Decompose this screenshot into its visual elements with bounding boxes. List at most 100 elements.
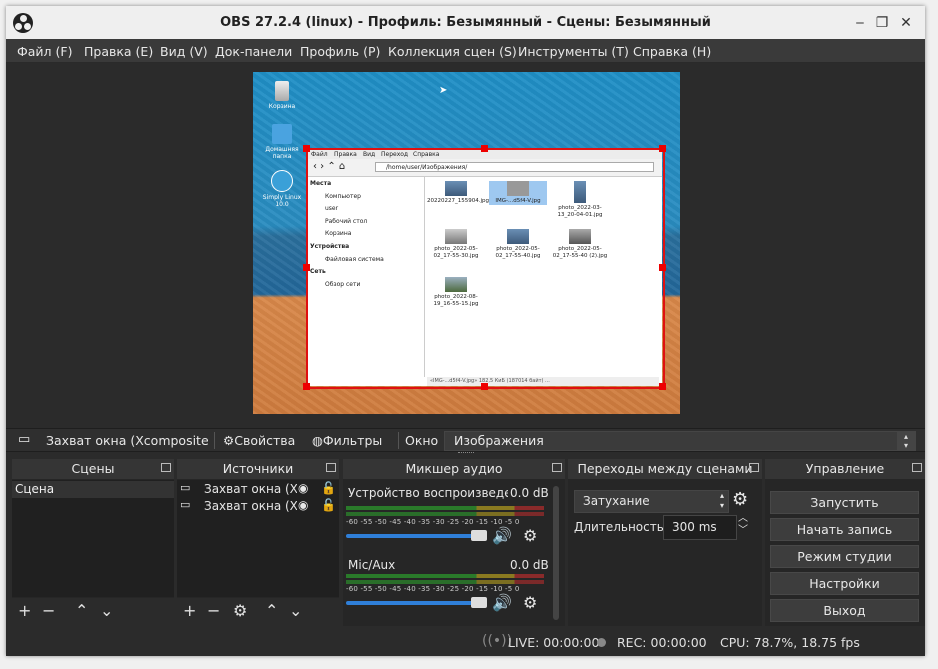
- remove-scene-icon[interactable]: −: [42, 601, 55, 621]
- float-icon[interactable]: [552, 463, 562, 472]
- menu-docks[interactable]: Док-панели: [215, 44, 292, 59]
- resize-handle[interactable]: [303, 264, 310, 271]
- menu-profile[interactable]: Профиль (P): [300, 44, 380, 59]
- scenes-title: Сцены: [12, 459, 174, 479]
- title-bar: OBS 27.2.4 (linux) - Профиль: Безымянный…: [6, 6, 925, 39]
- window-capture-icon: ▭: [18, 432, 31, 447]
- move-up-icon[interactable]: ⌃: [265, 601, 278, 621]
- obs-window: OBS 27.2.4 (linux) - Профиль: Безымянный…: [6, 6, 925, 656]
- list-item[interactable]: Сцена: [12, 481, 174, 498]
- lock-icon[interactable]: 🔓: [321, 498, 336, 512]
- duration-stepper-icon[interactable]: ︿ ﹀: [738, 513, 748, 537]
- resize-handle[interactable]: [303, 383, 310, 390]
- simply-linux-icon: [271, 170, 293, 192]
- restore-icon[interactable]: ❐: [872, 13, 892, 33]
- desktop-icon-simply-linux: Simply Linux 10.0: [262, 170, 302, 208]
- mixer-title: Микшер аудио: [343, 459, 565, 479]
- scenes-toolbar: + − ⌃ ⌄: [12, 598, 174, 626]
- float-icon[interactable]: [749, 463, 759, 472]
- source-selection-outline[interactable]: [306, 148, 665, 389]
- channel-name: Mic/Aux: [348, 558, 396, 572]
- add-scene-icon[interactable]: +: [18, 601, 31, 621]
- transitions-dock: Переходы между сценами Затухание ▴ ▾ ⚙ Дл…: [568, 459, 762, 626]
- volume-meter: [346, 580, 544, 584]
- volume-meter: [346, 512, 544, 516]
- window-select[interactable]: Изображения ▴ ▾: [444, 431, 916, 451]
- gear-icon[interactable]: ⚙: [523, 593, 537, 612]
- volume-meter: [346, 574, 544, 578]
- move-down-icon[interactable]: ⌄: [100, 601, 113, 621]
- selected-source-name: Захват окна (Xcomposite) 2: [46, 433, 208, 448]
- speaker-icon[interactable]: 🔊: [492, 526, 512, 545]
- scenes-list: Сцена: [12, 480, 174, 597]
- duration-label: Длительность: [574, 520, 664, 534]
- duration-input[interactable]: 300 ms: [663, 515, 737, 540]
- window-label: Окно: [405, 433, 439, 448]
- gear-icon: ⚙: [223, 433, 235, 448]
- add-source-icon[interactable]: +: [183, 601, 196, 621]
- minimize-icon[interactable]: ‒: [850, 13, 870, 33]
- spin-arrows-icon: ▴ ▾: [897, 432, 915, 450]
- preview-canvas[interactable]: Корзина Домашняя папка Simply Linux 10.0…: [253, 72, 680, 414]
- menu-scene-collection[interactable]: Коллекция сцен (S): [388, 44, 517, 59]
- divider: [214, 432, 215, 449]
- resize-handle[interactable]: [659, 264, 666, 271]
- move-up-icon[interactable]: ⌃: [75, 601, 88, 621]
- float-icon[interactable]: [161, 463, 171, 472]
- status-bar: ((•)) LIVE: 00:00:00 REC: 00:00:00 CPU: …: [6, 626, 925, 656]
- start-recording-button[interactable]: Начать запись: [770, 518, 919, 541]
- close-icon[interactable]: ✕: [896, 13, 916, 33]
- list-item[interactable]: ▭ Захват окна (Xcomposite) 2 ◉ 🔓: [180, 498, 336, 515]
- filters-button[interactable]: ◍Фильтры: [312, 433, 382, 448]
- menu-view[interactable]: Вид (V): [160, 44, 208, 59]
- float-icon[interactable]: [326, 463, 336, 472]
- remove-source-icon[interactable]: −: [207, 601, 220, 621]
- menu-tools[interactable]: Инструменты (T): [518, 44, 629, 59]
- speaker-icon[interactable]: 🔊: [492, 593, 512, 612]
- menu-edit[interactable]: Правка (E): [84, 44, 153, 59]
- controls-dock: Управление Запустить трансляцию Начать з…: [765, 459, 925, 626]
- transitions-title: Переходы между сценами: [568, 459, 762, 479]
- exit-button[interactable]: Выход: [770, 599, 919, 622]
- trash-icon: [275, 81, 289, 101]
- eye-icon[interactable]: ◉: [298, 481, 308, 495]
- menu-bar: Файл (F) Правка (E) Вид (V) Док-панели П…: [6, 39, 925, 63]
- desktop-icon-trash: Корзина: [262, 81, 302, 110]
- settings-button[interactable]: Настройки: [770, 572, 919, 595]
- resize-handle[interactable]: [659, 145, 666, 152]
- resize-handle[interactable]: [659, 383, 666, 390]
- divider: [398, 432, 399, 449]
- volume-slider-knob[interactable]: [471, 597, 487, 608]
- lock-icon[interactable]: 🔓: [321, 481, 336, 495]
- resize-handle[interactable]: [303, 145, 310, 152]
- menu-file[interactable]: Файл (F): [17, 44, 72, 59]
- studio-mode-button[interactable]: Режим студии: [770, 545, 919, 568]
- sources-dock: Источники ▭ Захват окна (Xcomposite) ◉ 🔓…: [177, 459, 339, 626]
- transition-select[interactable]: Затухание ▴ ▾: [574, 490, 729, 513]
- channel-db: 0.0 dB: [510, 558, 549, 572]
- mixer-scrollbar[interactable]: [553, 486, 559, 620]
- menu-help[interactable]: Справка (H): [633, 44, 711, 59]
- float-icon[interactable]: [912, 463, 922, 472]
- start-streaming-button[interactable]: Запустить трансляцию: [770, 491, 919, 514]
- home-folder-icon: [272, 124, 292, 144]
- volume-slider[interactable]: [346, 601, 480, 605]
- mouse-cursor-icon: ➤: [439, 85, 448, 96]
- gear-icon[interactable]: ⚙: [233, 601, 247, 621]
- meter-ticks: -60 -55 -50 -45 -40 -35 -30 -25 -20 -15 …: [346, 518, 520, 526]
- mixer-channels: Устройство воспроизведения 0.0 dB -60 -5…: [343, 480, 565, 626]
- window-capture-icon: ▭: [180, 498, 191, 511]
- gear-icon[interactable]: ⚙: [523, 526, 537, 545]
- resize-handle[interactable]: [481, 145, 488, 152]
- move-down-icon[interactable]: ⌄: [289, 601, 302, 621]
- controls-body: Запустить трансляцию Начать запись Режим…: [765, 480, 925, 626]
- preview-area[interactable]: Корзина Домашняя папка Simply Linux 10.0…: [6, 63, 925, 428]
- eye-icon[interactable]: ◉: [298, 498, 308, 512]
- list-item[interactable]: ▭ Захват окна (Xcomposite) ◉ 🔓: [180, 481, 336, 498]
- properties-button[interactable]: ⚙Свойства: [223, 433, 295, 448]
- dock-resize-handle[interactable]: [458, 452, 474, 456]
- volume-slider-knob[interactable]: [471, 530, 487, 541]
- resize-handle[interactable]: [481, 383, 488, 390]
- volume-slider[interactable]: [346, 534, 480, 538]
- gear-icon[interactable]: ⚙: [732, 489, 748, 510]
